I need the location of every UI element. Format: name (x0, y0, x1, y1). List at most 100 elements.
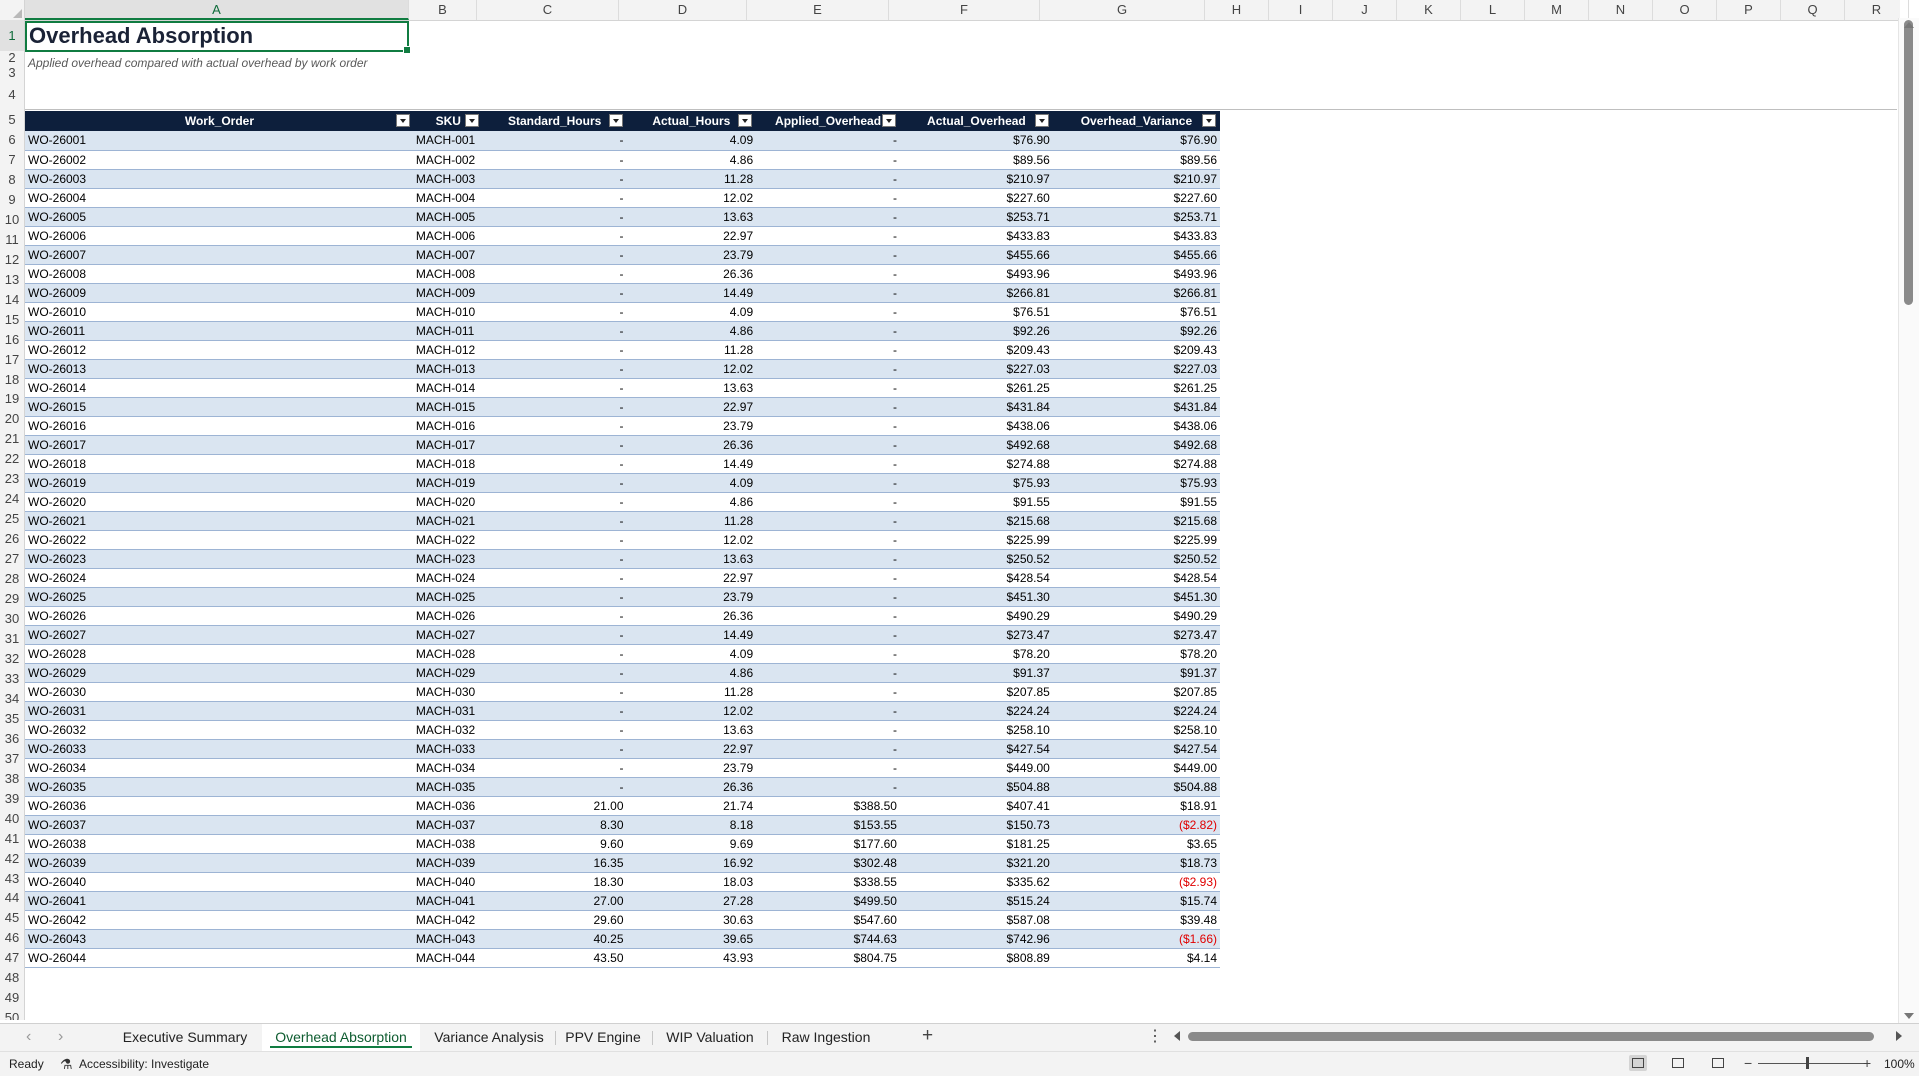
zoom-out-icon[interactable]: − (1744, 1055, 1752, 1071)
table-cell[interactable]: - (482, 663, 627, 682)
table-cell[interactable]: - (756, 701, 900, 720)
table-cell[interactable]: $89.56 (1052, 150, 1220, 169)
table-cell[interactable]: - (482, 416, 627, 435)
row-header[interactable]: 12 (0, 250, 24, 270)
table-cell[interactable]: MACH-040 (413, 872, 483, 891)
table-cell[interactable]: MACH-043 (413, 929, 483, 948)
row-header[interactable]: 1 (0, 20, 24, 51)
table-cell[interactable]: - (482, 378, 627, 397)
column-header-c[interactable]: C (477, 0, 619, 20)
table-cell[interactable]: MACH-013 (413, 359, 483, 378)
table-cell[interactable]: WO-26008 (25, 264, 414, 283)
row-header[interactable]: 28 (0, 569, 24, 589)
table-cell[interactable]: $449.00 (899, 758, 1053, 777)
table-cell[interactable]: - (756, 492, 900, 511)
table-cell[interactable]: MACH-036 (413, 796, 483, 815)
table-cell[interactable]: $91.55 (899, 492, 1053, 511)
table-cell[interactable]: - (756, 283, 900, 302)
table-cell[interactable]: $433.83 (1052, 226, 1220, 245)
table-cell[interactable]: $407.41 (899, 796, 1053, 815)
row-header[interactable]: 37 (0, 749, 24, 769)
table-cell[interactable]: - (482, 188, 627, 207)
table-cell[interactable]: WO-26027 (25, 625, 414, 644)
table-cell[interactable]: MACH-026 (413, 606, 483, 625)
table-cell[interactable]: $210.97 (899, 169, 1053, 188)
table-cell[interactable]: $449.00 (1052, 758, 1220, 777)
row-header[interactable]: 30 (0, 609, 24, 629)
row-header[interactable]: 3 (0, 65, 24, 80)
table-cell[interactable]: $274.88 (1052, 454, 1220, 473)
table-cell[interactable]: MACH-035 (413, 777, 483, 796)
table-cell[interactable]: $261.25 (899, 378, 1053, 397)
table-cell[interactable]: - (756, 340, 900, 359)
table-cell[interactable]: WO-26005 (25, 207, 414, 226)
table-cell[interactable]: WO-26022 (25, 530, 414, 549)
table-cell[interactable]: - (482, 701, 627, 720)
table-cell[interactable]: $266.81 (1052, 283, 1220, 302)
table-cell[interactable]: MACH-003 (413, 169, 483, 188)
horizontal-scrollbar[interactable] (1174, 1029, 1902, 1045)
table-cell[interactable]: - (756, 625, 900, 644)
column-header-a[interactable]: A (25, 0, 409, 20)
table-cell[interactable]: - (756, 302, 900, 321)
table-cell[interactable]: $89.56 (899, 150, 1053, 169)
table-cell[interactable]: MACH-014 (413, 378, 483, 397)
table-cell[interactable]: - (756, 739, 900, 758)
table-cell[interactable]: - (482, 758, 627, 777)
table-cell[interactable]: $504.88 (1052, 777, 1220, 796)
table-cell[interactable]: - (482, 720, 627, 739)
row-header[interactable]: 27 (0, 549, 24, 569)
table-cell[interactable]: - (756, 207, 900, 226)
table-cell[interactable]: MACH-008 (413, 264, 483, 283)
table-cell[interactable]: 26.36 (626, 606, 757, 625)
table-cell[interactable]: MACH-006 (413, 226, 483, 245)
table-cell[interactable]: WO-26044 (25, 948, 414, 967)
table-cell[interactable]: $92.26 (1052, 321, 1220, 340)
table-cell[interactable]: ($1.66) (1052, 929, 1220, 948)
row-header[interactable]: 34 (0, 689, 24, 709)
table-cell[interactable]: WO-26023 (25, 549, 414, 568)
row-header[interactable]: 24 (0, 489, 24, 509)
filter-dropdown-icon[interactable] (1202, 114, 1216, 127)
table-cell[interactable]: 39.65 (626, 929, 757, 948)
filter-dropdown-icon[interactable] (395, 114, 410, 127)
zoom-slider-thumb[interactable] (1806, 1057, 1809, 1069)
table-cell[interactable]: WO-26002 (25, 150, 414, 169)
table-cell[interactable]: - (482, 454, 627, 473)
vertical-scrollbar[interactable] (1898, 18, 1919, 1023)
table-cell[interactable]: - (756, 150, 900, 169)
table-cell[interactable]: - (482, 131, 627, 150)
table-cell[interactable]: $92.26 (899, 321, 1053, 340)
table-cell[interactable]: MACH-042 (413, 910, 483, 929)
table-cell[interactable]: WO-26004 (25, 188, 414, 207)
table-cell[interactable]: MACH-023 (413, 549, 483, 568)
table-cell[interactable]: - (482, 264, 627, 283)
row-header[interactable]: 40 (0, 809, 24, 829)
plus-icon[interactable]: + (922, 1025, 933, 1047)
table-cell[interactable]: 43.50 (482, 948, 627, 967)
table-cell[interactable]: 40.25 (482, 929, 627, 948)
table-cell[interactable]: 22.97 (626, 568, 757, 587)
table-cell[interactable]: MACH-019 (413, 473, 483, 492)
table-cell[interactable]: ($2.93) (1052, 872, 1220, 891)
table-cell[interactable]: MACH-022 (413, 530, 483, 549)
table-cell[interactable]: - (756, 777, 900, 796)
table-cell[interactable]: - (756, 473, 900, 492)
table-cell[interactable]: $451.30 (1052, 587, 1220, 606)
row-header[interactable]: 18 (0, 370, 24, 390)
table-cell[interactable]: 26.36 (626, 435, 757, 454)
table-cell[interactable]: - (482, 150, 627, 169)
table-cell[interactable]: $492.68 (899, 435, 1053, 454)
row-header[interactable]: 14 (0, 290, 24, 310)
table-cell[interactable]: $177.60 (756, 834, 900, 853)
table-cell[interactable]: - (482, 530, 627, 549)
table-cell[interactable]: MACH-029 (413, 663, 483, 682)
table-cell[interactable]: MACH-041 (413, 891, 483, 910)
table-cell[interactable]: $321.20 (899, 853, 1053, 872)
table-cell[interactable]: $209.43 (1052, 340, 1220, 359)
filter-dropdown-icon[interactable] (464, 114, 479, 127)
column-header-h[interactable]: H (1205, 0, 1269, 20)
table-cell[interactable]: $258.10 (899, 720, 1053, 739)
table-cell[interactable]: 30.63 (626, 910, 757, 929)
table-cell[interactable]: $227.60 (1052, 188, 1220, 207)
